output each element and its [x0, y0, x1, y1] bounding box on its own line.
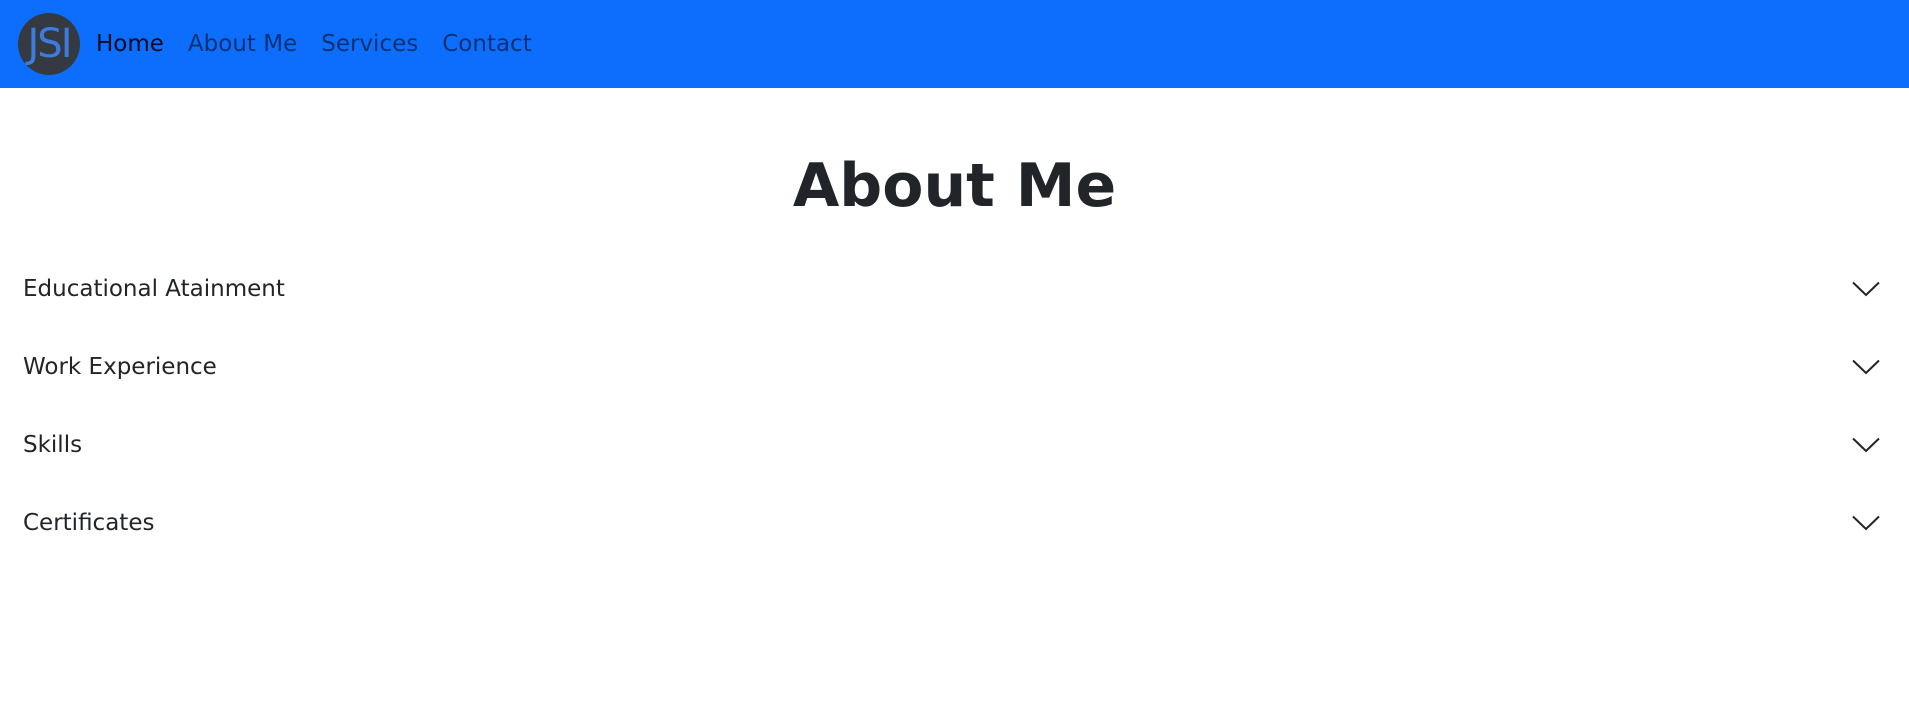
- about-accordion: Educational Atainment Work Experience Sk…: [0, 250, 1909, 562]
- nav-link-home[interactable]: Home: [96, 31, 164, 57]
- accordion-label: Certificates: [23, 510, 155, 536]
- accordion-item-skills[interactable]: Skills: [0, 406, 1909, 484]
- logo[interactable]: JSI: [18, 13, 80, 75]
- logo-text: JSI: [27, 21, 73, 67]
- accordion-item-educational-attainment[interactable]: Educational Atainment: [0, 250, 1909, 328]
- page-title: About Me: [792, 151, 1117, 221]
- nav-link-about-me[interactable]: About Me: [188, 31, 297, 57]
- accordion-label: Work Experience: [23, 354, 217, 380]
- accordion-item-work-experience[interactable]: Work Experience: [0, 328, 1909, 406]
- chevron-down-icon: [1852, 515, 1880, 531]
- chevron-down-icon: [1852, 359, 1880, 375]
- accordion-label: Educational Atainment: [23, 276, 285, 302]
- nav-link-services[interactable]: Services: [321, 31, 418, 57]
- nav-link-contact[interactable]: Contact: [442, 31, 531, 57]
- accordion-label: Skills: [23, 432, 83, 458]
- accordion-item-certificates[interactable]: Certificates: [0, 484, 1909, 562]
- chevron-down-icon: [1852, 437, 1880, 453]
- chevron-down-icon: [1852, 281, 1880, 297]
- top-navbar: JSI Home About Me Services Contact: [0, 0, 1909, 88]
